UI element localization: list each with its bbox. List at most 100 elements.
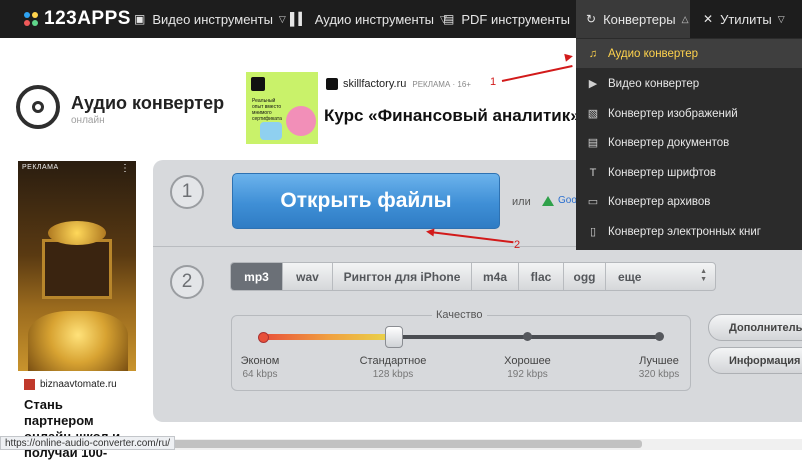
quality-rate: 64 kbps bbox=[242, 369, 278, 380]
menu-item-label: Конвертер электронных книг bbox=[608, 225, 761, 238]
quality-stop[interactable] bbox=[523, 332, 532, 341]
quality-rate: 128 kbps bbox=[372, 369, 414, 380]
up-down-arrows-icon: ▲ ▼ bbox=[700, 268, 707, 283]
menu-item-ebook-converter[interactable]: ▯ Конвертер электронных книг bbox=[576, 217, 802, 246]
info-label: Информация bbox=[729, 354, 801, 367]
quality-stop[interactable] bbox=[655, 332, 664, 341]
book-icon: ▯ bbox=[589, 226, 597, 238]
menu-item-label: Конвертер архивов bbox=[608, 195, 711, 208]
google-drive-label: Goo bbox=[558, 195, 577, 206]
ad-text: Стань партнером онлайн-школ и получай 10… bbox=[24, 397, 120, 460]
format-selector: mp3 wav Рингтон для iPhone m4a flac ogg … bbox=[230, 262, 716, 291]
quality-slider-thumb[interactable] bbox=[385, 326, 403, 348]
format-tab-mp3[interactable]: mp3 bbox=[231, 263, 283, 290]
ad-label: РЕКЛАМА bbox=[22, 164, 59, 171]
ad-brand-name: skillfactory.ru bbox=[343, 78, 407, 90]
menu-item-image-converter[interactable]: ▧ Конвертер изображений bbox=[576, 99, 802, 128]
ad-label: РЕКЛАМА · 16+ bbox=[412, 79, 471, 89]
logo-icon bbox=[24, 12, 38, 26]
ad-banner-top[interactable]: Реальный опыт вместо мнимого сертификата… bbox=[246, 72, 601, 144]
scrollbar-thumb[interactable] bbox=[170, 440, 642, 448]
status-bar-url: https://online-audio-converter.com/ru/ bbox=[0, 436, 176, 450]
nav-utilities[interactable]: ✕ Утилиты ▽ bbox=[703, 0, 785, 38]
nav-audio-tools[interactable]: ▌▍ Аудио инструменты ▽ bbox=[290, 0, 447, 38]
logo-text: 123APPS bbox=[44, 8, 131, 29]
more-options-icon[interactable]: ⋮ bbox=[120, 163, 130, 174]
nav-video-tools[interactable]: ▣ Видео инструменты ▽ bbox=[134, 0, 286, 38]
menu-item-label: Видео конвертер bbox=[608, 77, 700, 90]
advanced-settings-label: Дополнитель bbox=[729, 321, 802, 334]
quality-rate: 320 kbps bbox=[638, 369, 680, 380]
quality-name: Эконом bbox=[240, 355, 280, 367]
nav-label: Видео инструменты bbox=[152, 11, 273, 27]
logo[interactable]: 123APPS bbox=[24, 8, 131, 29]
video-file-icon: ▶ bbox=[588, 78, 598, 90]
or-label: или bbox=[512, 196, 531, 208]
ad-site-name: biznaavtomate.ru bbox=[40, 379, 117, 390]
quality-rate: 192 kbps bbox=[507, 369, 548, 380]
chevron-down-icon: ▽ bbox=[278, 13, 286, 24]
format-tab-wav[interactable]: wav bbox=[283, 263, 333, 290]
format-more-dropdown[interactable]: еще ▲ ▼ bbox=[606, 263, 715, 290]
chevron-down-icon: ▽ bbox=[777, 13, 785, 24]
video-icon: ▣ bbox=[134, 12, 146, 26]
page-subtitle: онлайн bbox=[71, 115, 105, 126]
ad-image-text: Реальный опыт вместо мнимого сертификата bbox=[252, 98, 282, 122]
nav-label: Аудио инструменты bbox=[314, 11, 434, 27]
page-title: Аудио конвертер bbox=[71, 93, 225, 113]
arrowhead-icon bbox=[564, 52, 574, 62]
quality-box bbox=[231, 315, 691, 391]
google-drive-link[interactable]: Goo bbox=[542, 195, 577, 206]
quality-label: Качество bbox=[432, 309, 487, 321]
menu-item-label: Аудио конвертер bbox=[608, 47, 698, 60]
convert-icon: ↻ bbox=[586, 12, 597, 26]
menu-item-archive-converter[interactable]: ▭ Конвертер архивов bbox=[576, 187, 802, 216]
ad-site: biznaavtomate.ru bbox=[24, 379, 117, 390]
quality-name: Хорошее bbox=[504, 355, 551, 367]
menu-item-font-converter[interactable]: T Конвертер шрифтов bbox=[576, 158, 802, 187]
quality-slider-fill bbox=[263, 334, 395, 340]
step-number: 1 bbox=[170, 175, 204, 209]
audio-disc-icon bbox=[16, 85, 60, 129]
nav-label: Конвертеры bbox=[603, 11, 676, 27]
nav-converters[interactable]: ↻ Конвертеры △ bbox=[576, 0, 690, 38]
menu-item-label: Конвертер изображений bbox=[608, 107, 738, 120]
menu-item-video-converter[interactable]: ▶ Видео конвертер bbox=[576, 69, 802, 98]
nav-label: PDF инструменты bbox=[461, 11, 570, 27]
annotation-number: 1 bbox=[490, 76, 497, 88]
menu-item-audio-converter[interactable]: ♫ Аудио конвертер bbox=[576, 39, 802, 68]
tools-icon: ✕ bbox=[703, 12, 714, 26]
nav-pdf-tools[interactable]: ▤ PDF инструменты ▽ bbox=[443, 0, 583, 38]
ad-treasure-image: РЕКЛАМА ⋮ bbox=[18, 161, 136, 371]
ad-headline: Курс «Финансовый аналитик». П bbox=[324, 106, 602, 125]
archive-icon: ▭ bbox=[587, 196, 599, 208]
format-more-label: еще bbox=[618, 269, 642, 284]
ad-brand: skillfactory.ru РЕКЛАМА · 16+ bbox=[326, 78, 471, 90]
format-tab-iphone-ringtone[interactable]: Рингтон для iPhone bbox=[333, 263, 472, 290]
chevron-up-icon: △ bbox=[681, 13, 689, 24]
format-tab-m4a[interactable]: m4a bbox=[472, 263, 519, 290]
ad-banner-left[interactable]: РЕКЛАМА ⋮ biznaavtomate.ru Стань партнер… bbox=[18, 161, 136, 460]
format-tab-flac[interactable]: flac bbox=[519, 263, 564, 290]
ad-image: Реальный опыт вместо мнимого сертификата bbox=[246, 72, 318, 144]
music-note-icon: ♫ bbox=[588, 47, 598, 60]
open-files-button[interactable]: Открыть файлы bbox=[232, 173, 500, 229]
google-drive-icon bbox=[542, 195, 554, 206]
quality-name: Лучшее bbox=[639, 355, 679, 367]
quality-name: Стандартное bbox=[359, 355, 427, 367]
quality-stop[interactable] bbox=[258, 332, 269, 343]
audio-wave-icon: ▌▍ bbox=[290, 12, 308, 26]
step-number: 2 bbox=[170, 265, 204, 299]
menu-item-label: Конвертер шрифтов bbox=[608, 166, 716, 179]
site-favicon-icon bbox=[24, 379, 35, 390]
info-button[interactable]: Информация bbox=[708, 347, 802, 374]
image-icon: ▧ bbox=[587, 108, 599, 120]
nav-label: Утилиты bbox=[720, 11, 772, 27]
brand-logo-icon bbox=[326, 78, 338, 90]
annotation-number: 2 bbox=[514, 239, 521, 251]
font-icon: T bbox=[589, 166, 597, 179]
format-tab-ogg[interactable]: ogg bbox=[564, 263, 606, 290]
document-icon: ▤ bbox=[587, 137, 599, 149]
advanced-settings-button[interactable]: Дополнитель bbox=[708, 314, 802, 341]
menu-item-document-converter[interactable]: ▤ Конвертер документов bbox=[576, 128, 802, 157]
